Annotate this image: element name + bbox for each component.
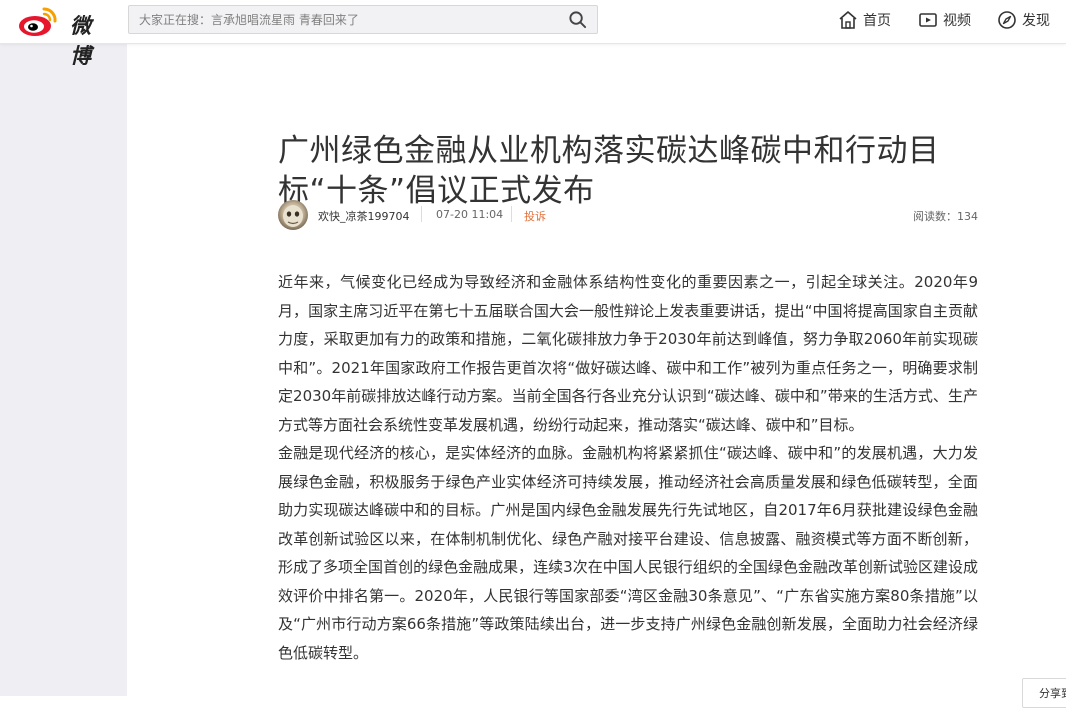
left-background bbox=[0, 44, 127, 696]
meta-divider bbox=[511, 206, 512, 222]
author-name[interactable]: 欢快_凉茶199704 bbox=[318, 208, 410, 224]
paragraph: 金融是现代经济的核心，是实体经济的血脉。金融机构将紧紧抓住“碳达峰、碳中和”的发… bbox=[278, 444, 978, 662]
post-time: 07-20 11:04 bbox=[436, 208, 504, 221]
top-navigation-bar: 微博 首页 视频 发现 bbox=[0, 0, 1066, 68]
compass-icon bbox=[998, 11, 1016, 29]
meta-divider bbox=[421, 206, 422, 222]
video-icon bbox=[919, 13, 937, 27]
logo-text: 微博 bbox=[70, 13, 92, 68]
avatar[interactable] bbox=[278, 200, 308, 230]
search-input[interactable] bbox=[137, 9, 561, 31]
article-body: 近年来，气候变化已经成为导致经济和金融体系结构性变化的重要因素之一，引起全球关注… bbox=[278, 268, 978, 667]
nav-discover[interactable]: 发现 bbox=[997, 9, 1050, 31]
article-title: 广州绿色金融从业机构落实碳达峰碳中和行动目标“十条”倡议正式发布 bbox=[278, 132, 940, 209]
search-box[interactable] bbox=[128, 5, 598, 34]
nav-video[interactable]: 视频 bbox=[918, 9, 971, 31]
article-meta: 欢快_凉茶199704 07-20 11:04 投诉 阅读数：134 bbox=[278, 200, 978, 232]
home-icon bbox=[839, 11, 857, 29]
nav-discover-label: 发现 bbox=[1022, 13, 1050, 29]
share-tab[interactable]: 分享到 bbox=[1022, 678, 1066, 708]
avatar-image bbox=[283, 205, 303, 227]
weibo-logo-icon bbox=[19, 7, 57, 36]
nav-home[interactable]: 首页 bbox=[838, 9, 891, 31]
nav-video-label: 视频 bbox=[943, 13, 971, 29]
weibo-logo[interactable]: 微博 bbox=[16, 4, 108, 68]
search-icon[interactable] bbox=[568, 10, 587, 29]
read-count: 阅读数：134 bbox=[913, 210, 978, 223]
paragraph: 近年来，气候变化已经成为导致经济和金融体系结构性变化的重要因素之一，引起全球关注… bbox=[278, 273, 978, 434]
report-link[interactable]: 投诉 bbox=[524, 208, 546, 224]
nav-home-label: 首页 bbox=[863, 13, 891, 29]
